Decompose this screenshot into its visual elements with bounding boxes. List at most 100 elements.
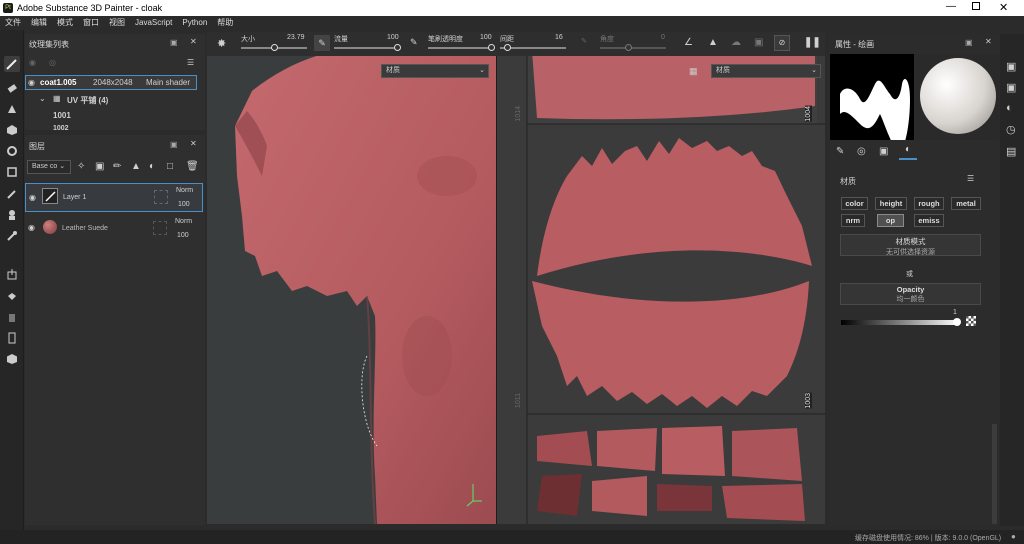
menu-help[interactable]: 帮助	[212, 16, 238, 30]
symmetry-icon[interactable]: ▲	[708, 37, 718, 48]
float-panel-icon[interactable]: ▣	[965, 38, 973, 47]
blend-mode[interactable]: Norm	[175, 218, 192, 225]
lazy-mouse-icon[interactable]: ∠	[684, 37, 693, 48]
delete-layer-icon[interactable]: 🗑	[186, 161, 199, 172]
viewport-3d[interactable]: 材质 ⌄	[207, 56, 496, 524]
layer-opacity[interactable]: 100	[178, 201, 190, 208]
hide-icon[interactable]: ⊘	[774, 35, 790, 51]
stroke-opacity-slider[interactable]	[428, 44, 495, 51]
close-panel-icon[interactable]: ✕	[985, 37, 992, 46]
brush-tab-icon[interactable]: ✎	[836, 146, 844, 157]
visibility-icon[interactable]: ◉	[28, 78, 35, 87]
stencil-tab-icon[interactable]: ▣	[879, 146, 888, 157]
material-preview-sphere[interactable]	[915, 54, 999, 140]
uv-row[interactable]: 1002	[53, 125, 69, 130]
channel-rough-chip[interactable]: rough	[914, 197, 944, 210]
opacity-gradient-slider[interactable]	[841, 318, 961, 326]
menu-edit[interactable]: 编辑	[26, 16, 52, 30]
add-fill-layer-icon[interactable]: ▲	[131, 161, 141, 172]
mask-slot[interactable]	[154, 190, 168, 204]
blend-mode[interactable]: Norm	[176, 187, 193, 194]
menu-file[interactable]: 文件	[0, 16, 26, 30]
close-window-button[interactable]: ✕	[999, 1, 1008, 14]
add-effect-icon[interactable]: ✧	[77, 161, 85, 172]
add-paint-layer-icon[interactable]: ✏	[113, 161, 121, 172]
chevron-down-icon[interactable]: ⌄	[39, 94, 46, 103]
pressure-spacing-icon[interactable]: ✎	[581, 37, 587, 45]
angle-slider[interactable]	[600, 44, 666, 51]
channel-op-chip[interactable]: op	[877, 214, 904, 227]
menu-python[interactable]: Python	[177, 16, 212, 30]
float-panel-icon[interactable]: ▣	[170, 140, 178, 149]
size-slider[interactable]	[241, 44, 307, 51]
history-icon[interactable]: ◷	[1006, 123, 1016, 136]
channel-grid-icon[interactable]: ▦	[689, 66, 698, 77]
smudge-icon[interactable]	[4, 143, 20, 159]
opacity-source-button[interactable]: Opacity 均一颜色	[840, 283, 981, 305]
menu-view[interactable]: 视图	[104, 16, 130, 30]
material-3d-dropdown[interactable]: 材质 ⌄	[381, 64, 489, 78]
notification-icon[interactable]: ●	[1011, 532, 1016, 541]
brush-alpha-preview[interactable]	[830, 54, 914, 154]
paint-brush-icon[interactable]	[4, 56, 20, 72]
layer-row[interactable]: ◉ Leather Suede Norm 100	[25, 215, 203, 243]
channel-emiss-chip[interactable]: emiss	[914, 214, 944, 227]
spacing-slider[interactable]	[500, 44, 566, 51]
log-icon[interactable]: ▤	[1006, 145, 1016, 158]
uv-row[interactable]: 1001	[53, 111, 71, 120]
channel-metal-chip[interactable]: metal	[951, 197, 981, 210]
bucket-icon[interactable]	[4, 289, 20, 305]
menu-window[interactable]: 窗口	[78, 16, 104, 30]
polygon-fill-icon[interactable]	[4, 122, 20, 138]
eye-toggle-icon[interactable]: ◉	[29, 58, 36, 67]
close-panel-icon[interactable]: ✕	[190, 139, 197, 148]
projection-icon[interactable]	[4, 101, 20, 117]
menu-icon[interactable]: ☰	[187, 58, 194, 67]
channel-select[interactable]: Base co ⌄	[27, 160, 71, 174]
stencil-icon[interactable]: ✸	[217, 37, 226, 50]
document-icon[interactable]	[4, 330, 20, 346]
section-menu-icon[interactable]: ☰	[967, 174, 974, 183]
add-smart-material-icon[interactable]: ◐	[149, 161, 155, 172]
pause-icon[interactable]: ❚❚	[804, 37, 821, 48]
menu-mode[interactable]: 模式	[52, 16, 78, 30]
layer-visibility-icon[interactable]: ◉	[29, 193, 36, 202]
add-folder-icon[interactable]: □	[167, 161, 173, 172]
float-panel-icon[interactable]: ▣	[170, 38, 178, 47]
properties-scrollbar[interactable]	[992, 424, 997, 524]
layer-visibility-icon[interactable]: ◉	[28, 223, 35, 232]
material-mode-button[interactable]: 材质模式 无可供选择资源	[840, 234, 981, 256]
checker-icon[interactable]	[966, 316, 976, 326]
pressure-size-icon[interactable]: ✎	[314, 35, 330, 51]
physical-paint-icon[interactable]: ☁	[731, 37, 741, 48]
color-picker-icon[interactable]	[4, 228, 20, 244]
display-settings-icon[interactable]: ▣	[1006, 81, 1016, 94]
clone-icon[interactable]	[4, 164, 20, 180]
camera-icon[interactable]: ▣	[754, 37, 763, 48]
maximize-button[interactable]	[972, 2, 980, 10]
texture-set-settings-icon[interactable]: ▣	[1006, 60, 1016, 73]
viewport-2d[interactable]: ▦ 材质 ⌄ 1004 1014 1011 1003	[497, 56, 825, 524]
pressure-flow-icon[interactable]: ✎	[410, 37, 418, 48]
layer-opacity[interactable]: 100	[177, 232, 189, 239]
close-panel-icon[interactable]: ✕	[190, 37, 197, 46]
material-tab-icon[interactable]: ◐	[899, 144, 917, 160]
channel-nrm-chip[interactable]: nrm	[841, 214, 865, 227]
alpha-tab-icon[interactable]: ◎	[857, 146, 866, 157]
menu-javascript[interactable]: JavaScript	[130, 16, 177, 30]
channel-height-chip[interactable]: height	[875, 197, 907, 210]
shader-settings-icon[interactable]: ◐	[1006, 102, 1013, 114]
add-mask-icon[interactable]: ▣	[95, 161, 104, 172]
channel-color-chip[interactable]: color	[841, 197, 868, 210]
material-picker-icon[interactable]	[4, 186, 20, 202]
trash-tool-icon[interactable]	[4, 309, 20, 325]
bake-icon[interactable]	[4, 207, 20, 223]
cube-icon[interactable]	[4, 351, 20, 367]
mask-slot[interactable]	[153, 221, 167, 235]
material-2d-dropdown[interactable]: 材质 ⌄	[711, 64, 821, 78]
minimize-button[interactable]: —	[946, 1, 956, 12]
export-icon[interactable]	[4, 266, 20, 282]
flow-slider[interactable]	[334, 44, 401, 51]
visibility-icon[interactable]: ◎	[49, 58, 56, 67]
texture-set-row[interactable]: ◉ coat1.005 2048x2048 Main shader	[25, 75, 197, 90]
